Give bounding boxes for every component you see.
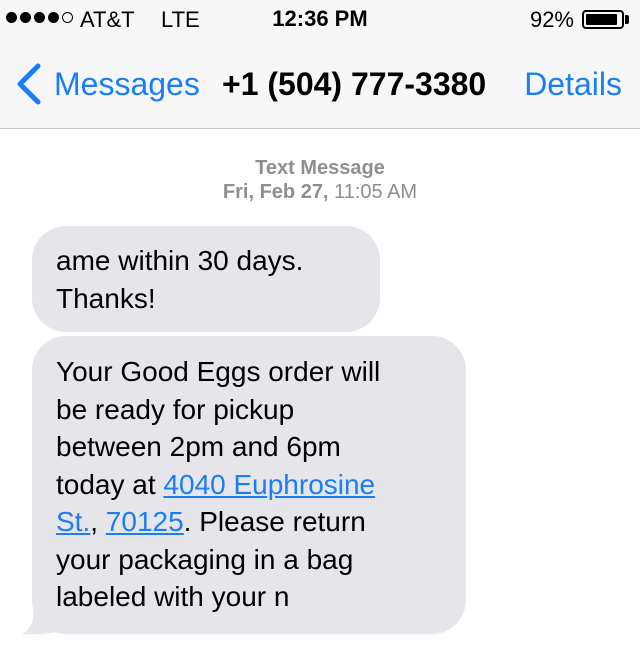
back-to-messages-button[interactable]: Messages (14, 60, 200, 108)
contact-phone-title: +1 (504) 777-3380 (222, 66, 487, 102)
message-date-time: 11:05 AM (334, 181, 418, 203)
navigation-header: AT&T LTE 12:36 PM 92% Messages +1 (504) … (0, 0, 640, 129)
bubble-tail-icon (22, 606, 56, 635)
message-text-segment: , (90, 506, 106, 537)
back-button-label: Messages (54, 66, 200, 102)
message-timestamp: Text Message Fri, Feb 27, 11:05 AM (0, 156, 640, 204)
message-date: Fri, Feb 27, 11:05 AM (0, 180, 640, 204)
battery-icon (582, 10, 624, 29)
messages-conversation-screen: AT&T LTE 12:36 PM 92% Messages +1 (504) … (0, 0, 640, 654)
chevron-left-icon (17, 63, 41, 105)
details-button[interactable]: Details (524, 60, 622, 108)
battery-terminal (625, 15, 629, 24)
message-text: ame within 30 days. Thanks! (56, 245, 304, 314)
message-text: Your Good Eggs order will be ready for p… (56, 353, 442, 616)
zip-code-link[interactable]: 70125 (106, 506, 184, 537)
message-type-label: Text Message (255, 157, 385, 179)
battery-level-fill (586, 14, 618, 25)
incoming-message-bubble[interactable]: Your Good Eggs order will be ready for p… (32, 336, 466, 634)
message-date-day: Fri, Feb 27, (222, 181, 329, 203)
status-bar: AT&T LTE 12:36 PM 92% (0, 0, 640, 40)
battery-percentage: 92% (529, 7, 574, 32)
incoming-message-bubble[interactable]: ame within 30 days. Thanks! (32, 226, 380, 332)
